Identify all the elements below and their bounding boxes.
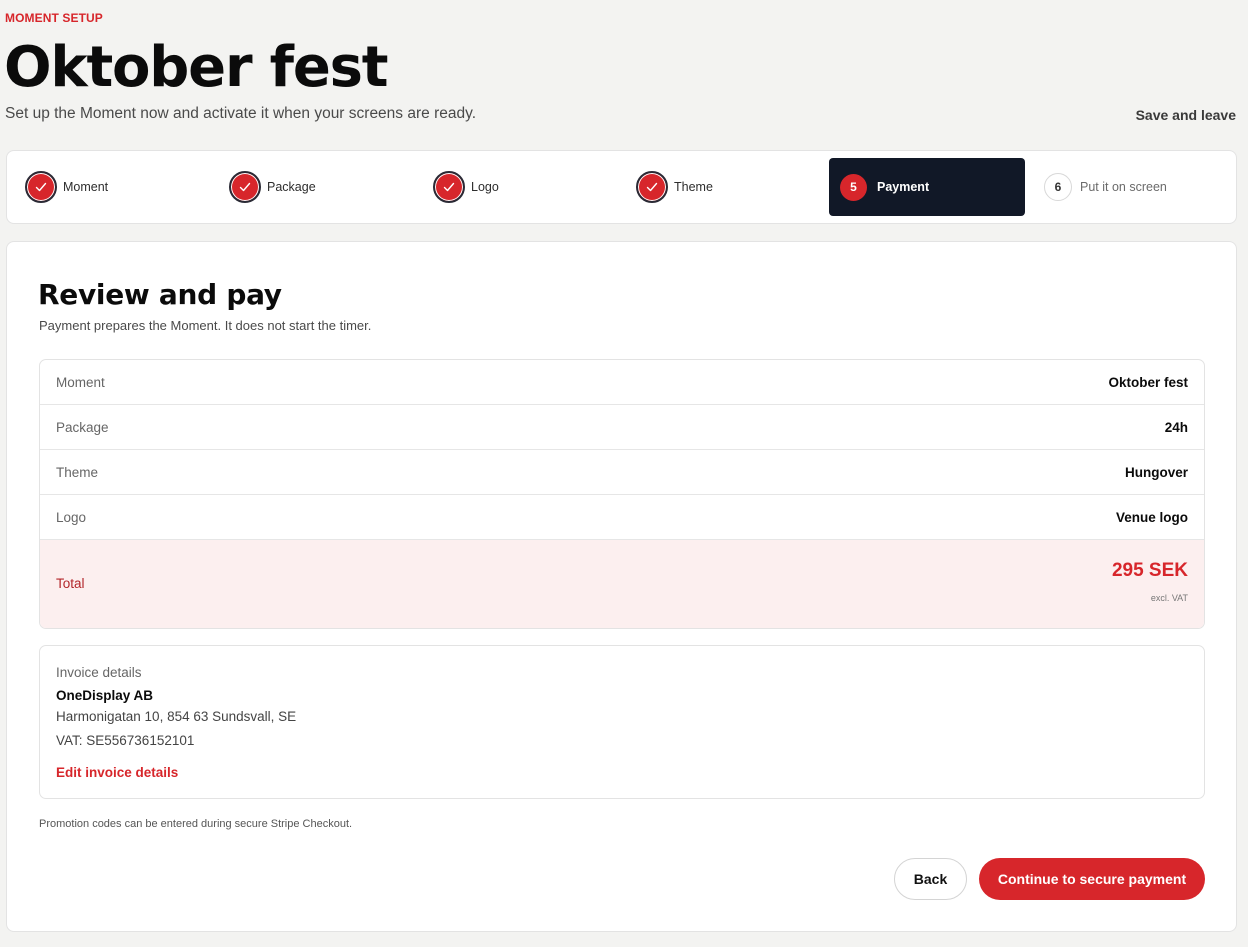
invoice-vat: VAT: SE556736152101 [56, 733, 195, 748]
continue-to-payment-button[interactable]: Continue to secure payment [979, 858, 1205, 900]
step-label: Moment [63, 180, 109, 194]
step-theme[interactable]: Theme [625, 158, 815, 216]
step-label: Payment [877, 180, 930, 194]
step-payment[interactable]: 5 Payment [829, 158, 1025, 216]
setup-stepper: Moment Package Logo Theme 5 Payment 6 Pu… [6, 150, 1237, 224]
summary-value: Hungover [1124, 464, 1188, 480]
check-icon [636, 171, 668, 203]
total-label: Total [56, 576, 85, 591]
invoice-details-panel: Invoice details OneDisplay AB Harmonigat… [39, 645, 1205, 799]
promo-note: Promotion codes can be entered during se… [39, 818, 353, 830]
order-summary: Moment Oktober fest Package 24h Theme Hu… [39, 359, 1205, 629]
invoice-company: OneDisplay AB [56, 688, 154, 703]
summary-value: Oktober fest [1108, 374, 1188, 390]
summary-value: Venue logo [1115, 509, 1188, 525]
check-icon [229, 171, 261, 203]
step-moment[interactable]: Moment [14, 158, 204, 216]
summary-label: Moment [56, 374, 105, 390]
step-logo[interactable]: Logo [422, 158, 612, 216]
invoice-address: Harmonigatan 10, 854 63 Sundsvall, SE [56, 709, 297, 724]
check-icon [433, 171, 465, 203]
summary-row-package: Package 24h [40, 405, 1204, 450]
step-label: Theme [674, 180, 713, 194]
vat-note: excl. VAT [1150, 593, 1188, 603]
step-number: 5 [840, 173, 867, 201]
moment-setup-eyebrow: MOMENT SETUP [5, 11, 103, 25]
total-amount: 295 SEK [1111, 560, 1188, 581]
step-package[interactable]: Package [218, 158, 408, 216]
summary-label: Logo [56, 509, 87, 525]
step-label: Put it on screen [1080, 180, 1167, 194]
edit-invoice-details-link[interactable]: Edit invoice details [56, 765, 178, 780]
summary-row-theme: Theme Hungover [40, 450, 1204, 495]
check-icon [25, 171, 57, 203]
review-title: Review and pay [38, 278, 282, 311]
invoice-heading: Invoice details [56, 665, 142, 680]
page-subtitle: Set up the Moment now and activate it wh… [5, 105, 476, 122]
step-put-on-screen[interactable]: 6 Put it on screen [1033, 158, 1229, 216]
review-card: Review and pay Payment prepares the Mome… [6, 241, 1237, 932]
summary-row-moment: Moment Oktober fest [40, 360, 1204, 405]
summary-row-logo: Logo Venue logo [40, 495, 1204, 540]
step-label: Package [267, 180, 316, 194]
page-title: Oktober fest [4, 35, 389, 100]
save-and-leave-link[interactable]: Save and leave [1136, 107, 1236, 123]
summary-label: Package [56, 419, 109, 435]
step-label: Logo [471, 180, 499, 194]
step-number: 6 [1044, 173, 1072, 201]
summary-label: Theme [56, 464, 99, 480]
back-button[interactable]: Back [894, 858, 967, 900]
review-subtitle: Payment prepares the Moment. It does not… [39, 318, 372, 333]
summary-value: 24h [1164, 419, 1188, 435]
summary-total-row: Total 295 SEK excl. VAT [40, 540, 1204, 628]
